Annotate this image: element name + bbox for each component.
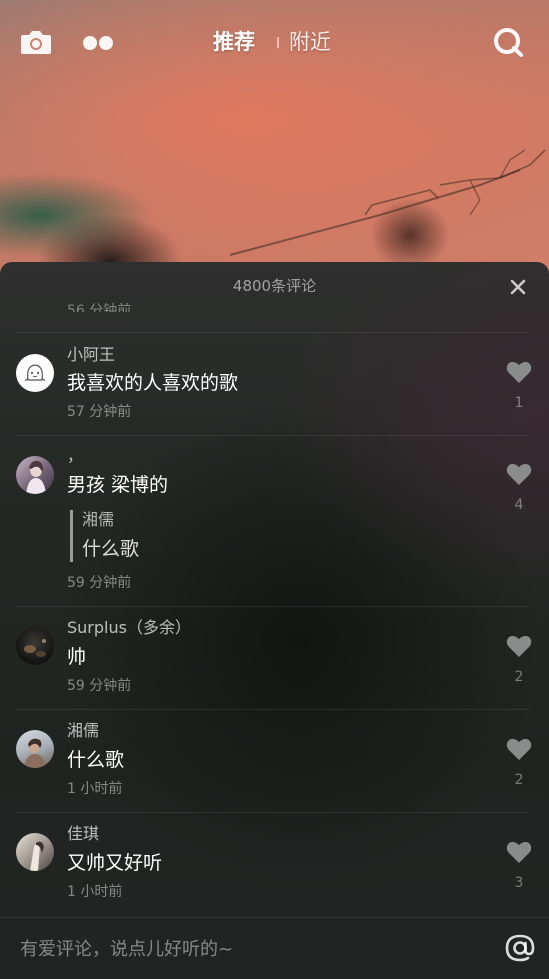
avatar-photo xyxy=(24,738,46,768)
comment-time: 59 分钟前 xyxy=(67,678,132,694)
close-icon[interactable] xyxy=(508,277,528,297)
tab-recommend[interactable]: 推荐 xyxy=(213,28,255,56)
top-bar: 推荐 附近 xyxy=(0,0,549,86)
comment-username[interactable]: ， xyxy=(67,446,83,466)
comment-text: 帅 xyxy=(67,646,87,668)
comment-username[interactable]: 湘儒 xyxy=(67,721,99,741)
search-icon[interactable] xyxy=(492,26,524,58)
heart-icon xyxy=(506,635,532,657)
comments-panel: 4800条评论 56 分钟前 小阿王 我喜欢的人喜欢的歌 57 分钟前 1 ， … xyxy=(0,262,549,979)
avatar[interactable] xyxy=(16,627,54,665)
avatar[interactable] xyxy=(16,730,54,768)
like-button[interactable]: 2 xyxy=(500,737,538,789)
comment-time: 59 分钟前 xyxy=(67,575,132,591)
comment-time-cutoff: 56 分钟前 xyxy=(67,303,132,319)
like-button[interactable]: 3 xyxy=(500,840,538,892)
comment-time: 1 小时前 xyxy=(67,781,123,797)
avatar-photo xyxy=(26,460,46,494)
comment-time: 1 小时前 xyxy=(67,884,123,900)
comment-input-bar xyxy=(0,917,549,979)
avatar-cartoon-icon xyxy=(24,364,46,382)
comment-username[interactable]: 小阿王 xyxy=(67,345,115,365)
avatar[interactable] xyxy=(16,833,54,871)
tab-nearby[interactable]: 附近 xyxy=(289,28,331,56)
comment-username[interactable]: Surplus（多余） xyxy=(67,618,191,638)
avatar[interactable] xyxy=(16,354,54,392)
heart-icon xyxy=(506,738,532,760)
reply-text: 什么歌 xyxy=(82,538,140,560)
like-count: 1 xyxy=(514,395,524,411)
dots-icon[interactable] xyxy=(82,35,114,51)
heart-icon xyxy=(506,361,532,383)
like-count: 3 xyxy=(514,875,524,891)
like-button[interactable]: 1 xyxy=(500,360,538,412)
avatar-photo xyxy=(30,841,44,871)
tab-divider xyxy=(277,37,279,48)
heart-icon xyxy=(506,463,532,485)
heart-icon xyxy=(506,841,532,863)
at-icon[interactable] xyxy=(505,933,535,963)
comment-input[interactable] xyxy=(20,934,480,964)
comment-username[interactable]: 佳琪 xyxy=(67,824,99,844)
reply-username: 湘儒 xyxy=(82,510,115,529)
comment-item[interactable]: 佳琪 又帅又好听 1 小时前 3 xyxy=(0,813,549,915)
like-button[interactable]: 2 xyxy=(500,634,538,686)
comment-item[interactable]: 湘儒 什么歌 1 小时前 2 xyxy=(0,710,549,812)
like-count: 2 xyxy=(514,772,524,788)
comment-count: 4800条评论 xyxy=(232,277,317,295)
like-button[interactable]: 4 xyxy=(500,462,538,514)
comment-time: 57 分钟前 xyxy=(67,404,132,420)
comment-item[interactable]: 小阿王 我喜欢的人喜欢的歌 57 分钟前 1 xyxy=(0,333,549,435)
avatar-photo xyxy=(24,639,46,657)
comment-item[interactable]: Surplus（多余） 帅 59 分钟前 2 xyxy=(0,607,549,709)
comment-text: 什么歌 xyxy=(67,749,125,771)
reply-quote[interactable]: 湘儒 什么歌 xyxy=(70,510,139,562)
comment-item[interactable]: ， 男孩 梁博的 湘儒 什么歌 59 分钟前 4 xyxy=(0,436,549,606)
camera-icon[interactable] xyxy=(20,28,52,56)
like-count: 4 xyxy=(514,497,524,513)
comment-text: 男孩 梁博的 xyxy=(67,474,169,496)
comment-text: 我喜欢的人喜欢的歌 xyxy=(67,372,239,394)
avatar[interactable] xyxy=(16,456,54,494)
like-count: 2 xyxy=(514,669,524,685)
comment-text: 又帅又好听 xyxy=(67,852,163,874)
